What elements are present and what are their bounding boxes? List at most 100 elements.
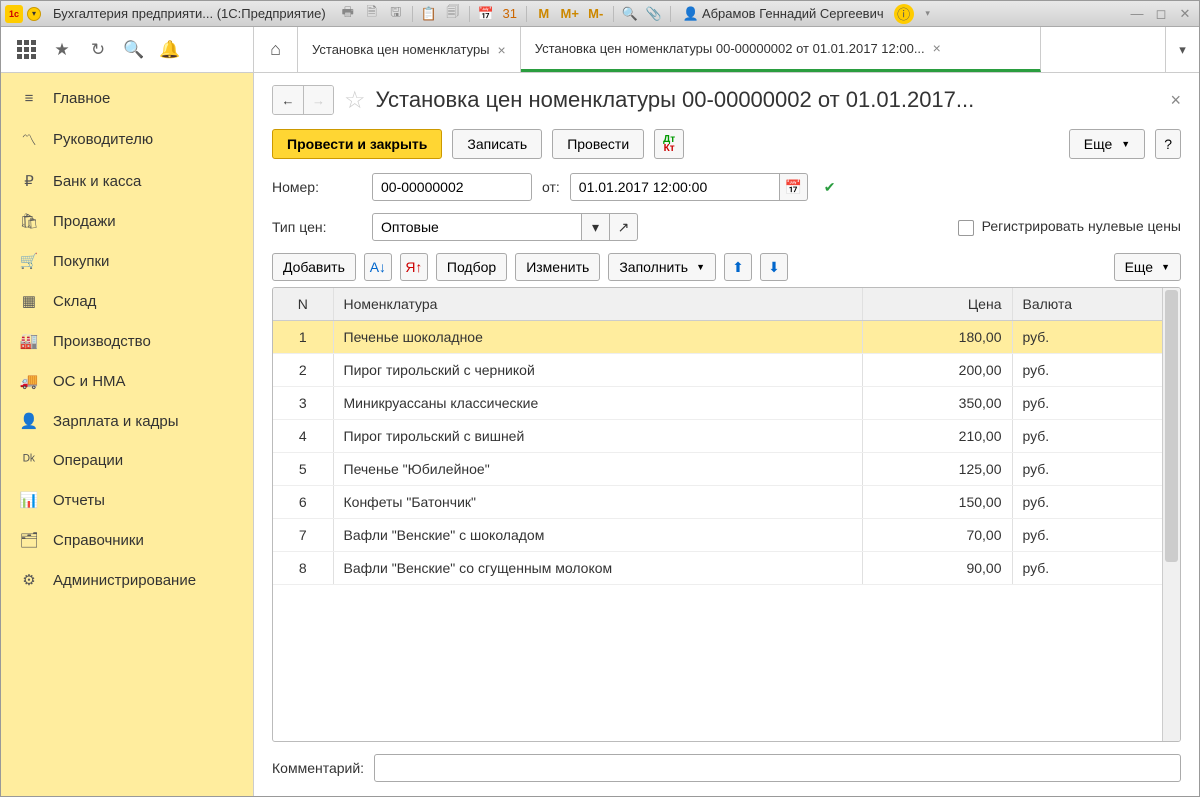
document-close-icon[interactable]: × (1170, 90, 1181, 111)
favorites-star-icon[interactable]: ★ (51, 39, 73, 61)
window-close-icon[interactable]: ✕ (1175, 4, 1195, 24)
number-label: Номер: (272, 179, 362, 195)
cell-currency: руб. (1012, 321, 1162, 354)
print-icon[interactable]: 🖶 (338, 4, 358, 24)
col-header-nomenclature[interactable]: Номенклатура (333, 288, 862, 321)
table-row[interactable]: 2Пирог тирольский с черникой200,00руб. (273, 354, 1162, 387)
attach-icon[interactable]: 📎 (644, 4, 664, 24)
grid-more-button[interactable]: Еще▼ (1114, 253, 1181, 281)
table-row[interactable]: 1Печенье шоколадное180,00руб. (273, 321, 1162, 354)
cell-n: 7 (273, 519, 333, 552)
number-input[interactable] (372, 173, 532, 201)
current-user[interactable]: 👤 Абрамов Геннадий Сергеевич (677, 6, 890, 22)
history-icon[interactable]: ↻ (87, 39, 109, 61)
sidebar-item-assets[interactable]: 🚚ОС и НМА (1, 361, 253, 401)
sidebar-item-bank[interactable]: ₽Банк и касса (1, 161, 253, 201)
cell-n: 4 (273, 420, 333, 453)
zoom-icon[interactable]: 🔍 (620, 4, 640, 24)
post-and-close-button[interactable]: Провести и закрыть (272, 129, 442, 159)
save-button[interactable]: Записать (452, 129, 542, 159)
cell-currency: руб. (1012, 354, 1162, 387)
movements-button[interactable]: ДтКт (654, 129, 684, 159)
post-button[interactable]: Провести (552, 129, 644, 159)
change-button[interactable]: Изменить (515, 253, 600, 281)
tabs-more-dropdown[interactable]: ▾ (1165, 27, 1199, 72)
app-logo-icon: 1c (5, 5, 23, 23)
tab-price-setting-doc[interactable]: Установка цен номенклатуры 00-00000002 о… (521, 27, 1041, 72)
cell-nomenclature: Печенье "Юбилейное" (333, 453, 862, 486)
add-row-button[interactable]: Добавить (272, 253, 356, 281)
memory-m-icon[interactable]: M (533, 4, 555, 24)
sort-asc-button[interactable]: А↓ (364, 253, 392, 281)
grid-boxes-icon: ▦ (19, 292, 39, 310)
dropdown-icon[interactable]: ▾ (582, 213, 610, 241)
info-icon[interactable]: ⓘ (894, 4, 914, 24)
table-row[interactable]: 6Конфеты "Батончик"150,00руб. (273, 486, 1162, 519)
memory-mplus-icon[interactable]: M+ (559, 4, 581, 24)
col-header-n[interactable]: N (273, 288, 333, 321)
favorite-star-icon[interactable]: ☆ (344, 86, 366, 115)
save-icon[interactable]: 🖫 (386, 4, 406, 24)
sidebar-item-operations[interactable]: ᴰᵏОперации (1, 441, 253, 480)
tab-close-icon[interactable]: × (933, 40, 941, 56)
sidebar-item-main[interactable]: ≡Главное (1, 79, 253, 118)
sidebar-item-catalogs[interactable]: 🗂Справочники (1, 520, 253, 560)
items-table-scroll[interactable]: N Номенклатура Цена Валюта 1Печенье шоко… (273, 288, 1162, 741)
sidebar-item-label: Покупки (53, 253, 109, 270)
table-row[interactable]: 5Печенье "Юбилейное"125,00руб. (273, 453, 1162, 486)
copy-icon[interactable]: 📋 (419, 4, 439, 24)
sidebar-item-manager[interactable]: 〽Руководителю (1, 118, 253, 161)
home-button[interactable]: ⌂ (254, 27, 298, 72)
register-zero-checkbox[interactable] (958, 220, 974, 236)
minimize-icon[interactable]: — (1127, 4, 1147, 24)
factory-icon: 🏭 (19, 332, 39, 350)
sidebar-item-purchases[interactable]: 🛒Покупки (1, 241, 253, 281)
sidebar-item-sales[interactable]: 🛍Продажи (1, 201, 253, 241)
sort-desc-button[interactable]: Я↑ (400, 253, 428, 281)
scrollbar-thumb[interactable] (1165, 290, 1178, 562)
table-header-row: N Номенклатура Цена Валюта (273, 288, 1162, 321)
open-ref-icon[interactable]: ↗ (610, 213, 638, 241)
nav-back-button[interactable]: ← (273, 86, 303, 114)
table-row[interactable]: 4Пирог тирольский с вишней210,00руб. (273, 420, 1162, 453)
register-zero-checkbox-wrap[interactable]: Регистрировать нулевые цены (958, 218, 1181, 236)
tab-price-setting-list[interactable]: Установка цен номенклатуры × (298, 27, 521, 72)
cell-n: 5 (273, 453, 333, 486)
memory-mminus-icon[interactable]: M- (585, 4, 607, 24)
sidebar-item-admin[interactable]: ⚙Администрирование (1, 560, 253, 600)
sidebar-item-hr[interactable]: 👤Зарплата и кадры (1, 401, 253, 441)
sidebar-item-label: Продажи (53, 213, 116, 230)
print-preview-icon[interactable]: 🗎 (362, 4, 382, 24)
compare-icon[interactable]: 🗐 (443, 4, 463, 24)
date-icon[interactable]: 31 (500, 4, 520, 24)
vertical-scrollbar[interactable] (1162, 288, 1180, 741)
help-button[interactable]: ? (1155, 129, 1181, 159)
fill-button[interactable]: Заполнить▼ (608, 253, 716, 281)
more-actions-button[interactable]: Еще▼ (1069, 129, 1145, 159)
date-input[interactable] (570, 173, 780, 201)
folders-icon: 🗂 (19, 531, 39, 549)
table-row[interactable]: 7Вафли "Венские" с шоколадом70,00руб. (273, 519, 1162, 552)
search-icon[interactable]: 🔍 (123, 39, 145, 61)
pick-button[interactable]: Подбор (436, 253, 507, 281)
price-type-input[interactable] (372, 213, 582, 241)
calendar-picker-icon[interactable]: 📅 (780, 173, 808, 201)
sidebar-item-reports[interactable]: 📊Отчеты (1, 480, 253, 520)
maximize-icon[interactable]: ◻ (1151, 4, 1171, 24)
apps-grid-icon[interactable] (15, 39, 37, 61)
move-up-button[interactable]: ⬆ (724, 253, 752, 281)
info-dropdown-icon[interactable]: ▾ (918, 4, 938, 24)
calendar-icon[interactable]: 📅 (476, 4, 496, 24)
notifications-bell-icon[interactable]: 🔔 (159, 39, 181, 61)
sidebar-item-warehouse[interactable]: ▦Склад (1, 281, 253, 321)
comment-input[interactable] (374, 754, 1181, 782)
nav-forward-button[interactable]: → (303, 86, 333, 114)
table-row[interactable]: 3Миникруассаны классические350,00руб. (273, 387, 1162, 420)
col-header-currency[interactable]: Валюта (1012, 288, 1162, 321)
col-header-price[interactable]: Цена (862, 288, 1012, 321)
move-down-button[interactable]: ⬇ (760, 253, 788, 281)
app-menu-dropdown[interactable]: ▾ (27, 7, 41, 21)
sidebar-item-production[interactable]: 🏭Производство (1, 321, 253, 361)
table-row[interactable]: 8Вафли "Венские" со сгущенным молоком90,… (273, 552, 1162, 585)
tab-close-icon[interactable]: × (498, 42, 506, 58)
